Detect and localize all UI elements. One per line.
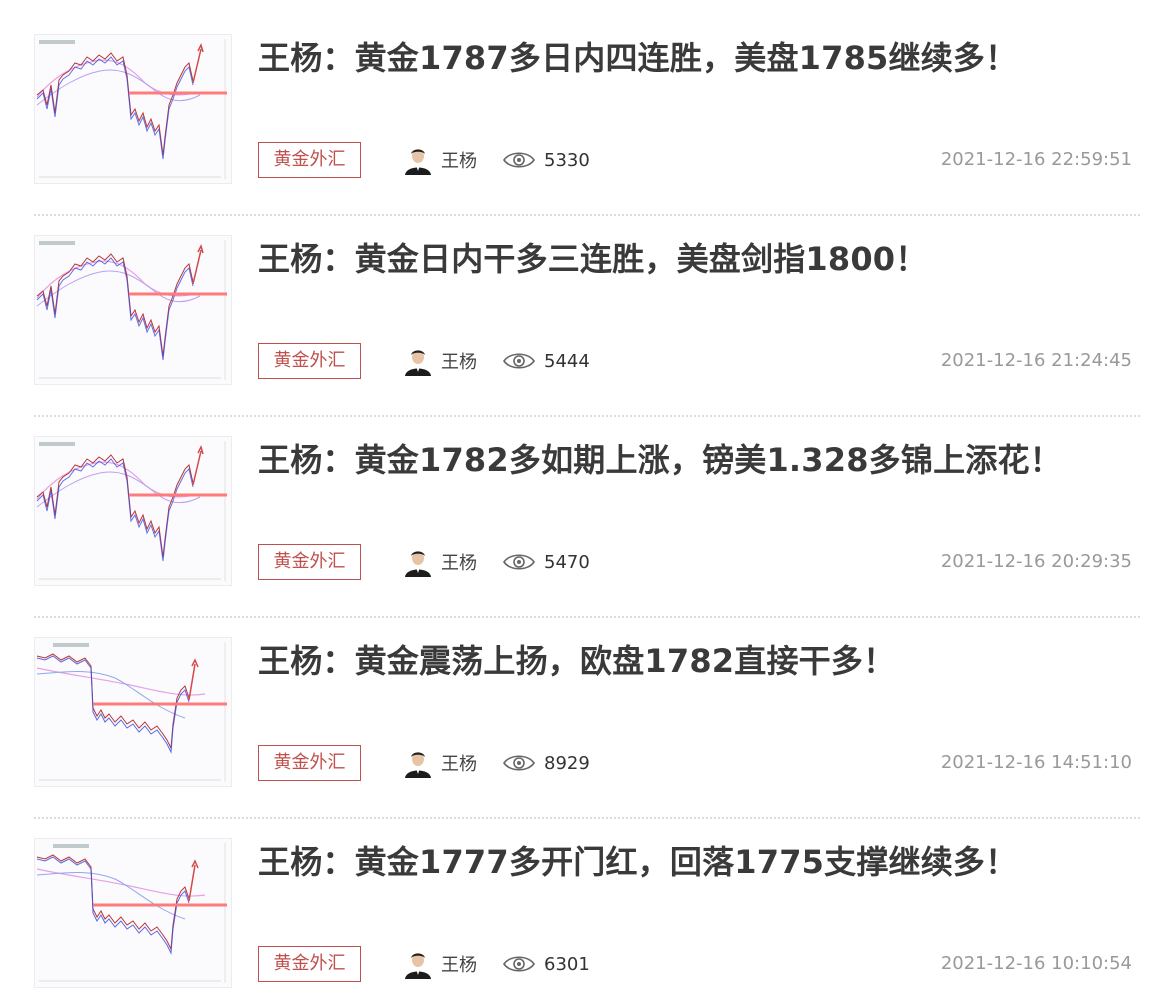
article-meta: 黄金外汇 王杨 5470 2021-12-16 20:29:35: [258, 544, 1140, 582]
eye-icon: [503, 554, 535, 570]
view-stats: 5330: [502, 143, 590, 177]
author-name: 王杨: [441, 151, 477, 172]
article-thumbnail[interactable]: [34, 235, 232, 385]
view-stats: 6301: [502, 947, 590, 981]
publish-time: 2021-12-16 21:24:45: [940, 350, 1132, 371]
author-name: 王杨: [441, 553, 477, 574]
publish-time: 2021-12-16 22:59:51: [940, 149, 1132, 170]
author[interactable]: 王杨: [403, 746, 477, 780]
view-count: 5330: [544, 149, 590, 171]
divider: [34, 214, 1140, 216]
view-stats: 5470: [502, 545, 590, 579]
publish-time: 2021-12-16 10:10:54: [940, 953, 1132, 974]
author-name: 王杨: [441, 352, 477, 373]
article-item: 王杨：黄金震荡上扬，欧盘1782直接干多！ 黄金外汇 王杨 8929 2021-…: [34, 637, 1140, 819]
view-count: 6301: [544, 953, 590, 975]
category-tag[interactable]: 黄金外汇: [258, 343, 361, 379]
article-meta: 黄金外汇 王杨 6301 2021-12-16 10:10:54: [258, 946, 1140, 984]
divider: [34, 415, 1140, 417]
avatar-icon: [403, 949, 433, 979]
article-title[interactable]: 王杨：黄金1782多如期上涨，镑美1.328多锦上添花！: [258, 440, 1062, 480]
author-name: 王杨: [441, 754, 477, 775]
view-count: 5444: [544, 350, 590, 372]
divider: [34, 817, 1140, 819]
article-title[interactable]: 王杨：黄金日内干多三连胜，美盘剑指1800！: [258, 239, 927, 279]
article-title[interactable]: 王杨：黄金震荡上扬，欧盘1782直接干多！: [258, 641, 895, 681]
article-item: 王杨：黄金1782多如期上涨，镑美1.328多锦上添花！ 黄金外汇 王杨 547…: [34, 436, 1140, 618]
category-tag[interactable]: 黄金外汇: [258, 745, 361, 781]
article-thumbnail[interactable]: [34, 637, 232, 787]
author[interactable]: 王杨: [403, 947, 477, 981]
eye-icon: [503, 755, 535, 771]
article-item: 王杨：黄金1777多开门红，回落1775支撑继续多！ 黄金外汇 王杨 6301 …: [34, 838, 1140, 1006]
avatar-icon: [403, 346, 433, 376]
eye-icon: [503, 152, 535, 168]
eye-icon: [503, 353, 535, 369]
eye-icon: [503, 956, 535, 972]
author-name: 王杨: [441, 955, 477, 976]
gold-price-chart-thumbnail: [35, 236, 231, 384]
article-thumbnail[interactable]: [34, 838, 232, 988]
view-stats: 5444: [502, 344, 590, 378]
article-thumbnail[interactable]: [34, 34, 232, 184]
gold-price-chart-thumbnail: [35, 35, 231, 183]
divider: [34, 616, 1140, 618]
view-stats: 8929: [502, 746, 590, 780]
author[interactable]: 王杨: [403, 344, 477, 378]
article-title[interactable]: 王杨：黄金1777多开门红，回落1775支撑继续多！: [258, 842, 1017, 882]
category-tag[interactable]: 黄金外汇: [258, 142, 361, 178]
gold-price-chart-thumbnail: [35, 638, 231, 786]
category-tag[interactable]: 黄金外汇: [258, 544, 361, 580]
article-item: 王杨：黄金1787多日内四连胜，美盘1785继续多！ 黄金外汇 王杨 5330 …: [34, 34, 1140, 216]
category-tag[interactable]: 黄金外汇: [258, 946, 361, 982]
article-meta: 黄金外汇 王杨 5330 2021-12-16 22:59:51: [258, 142, 1140, 180]
article-thumbnail[interactable]: [34, 436, 232, 586]
gold-price-chart-thumbnail: [35, 839, 231, 987]
publish-time: 2021-12-16 14:51:10: [940, 752, 1132, 773]
author[interactable]: 王杨: [403, 545, 477, 579]
view-count: 8929: [544, 752, 590, 774]
avatar-icon: [403, 547, 433, 577]
article-meta: 黄金外汇 王杨 8929 2021-12-16 14:51:10: [258, 745, 1140, 783]
article-item: 王杨：黄金日内干多三连胜，美盘剑指1800！ 黄金外汇 王杨 5444 2021…: [34, 235, 1140, 417]
author[interactable]: 王杨: [403, 143, 477, 177]
avatar-icon: [403, 748, 433, 778]
gold-price-chart-thumbnail: [35, 437, 231, 585]
avatar-icon: [403, 145, 433, 175]
article-title[interactable]: 王杨：黄金1787多日内四连胜，美盘1785继续多！: [258, 38, 1017, 78]
publish-time: 2021-12-16 20:29:35: [940, 551, 1132, 572]
article-meta: 黄金外汇 王杨 5444 2021-12-16 21:24:45: [258, 343, 1140, 381]
view-count: 5470: [544, 551, 590, 573]
